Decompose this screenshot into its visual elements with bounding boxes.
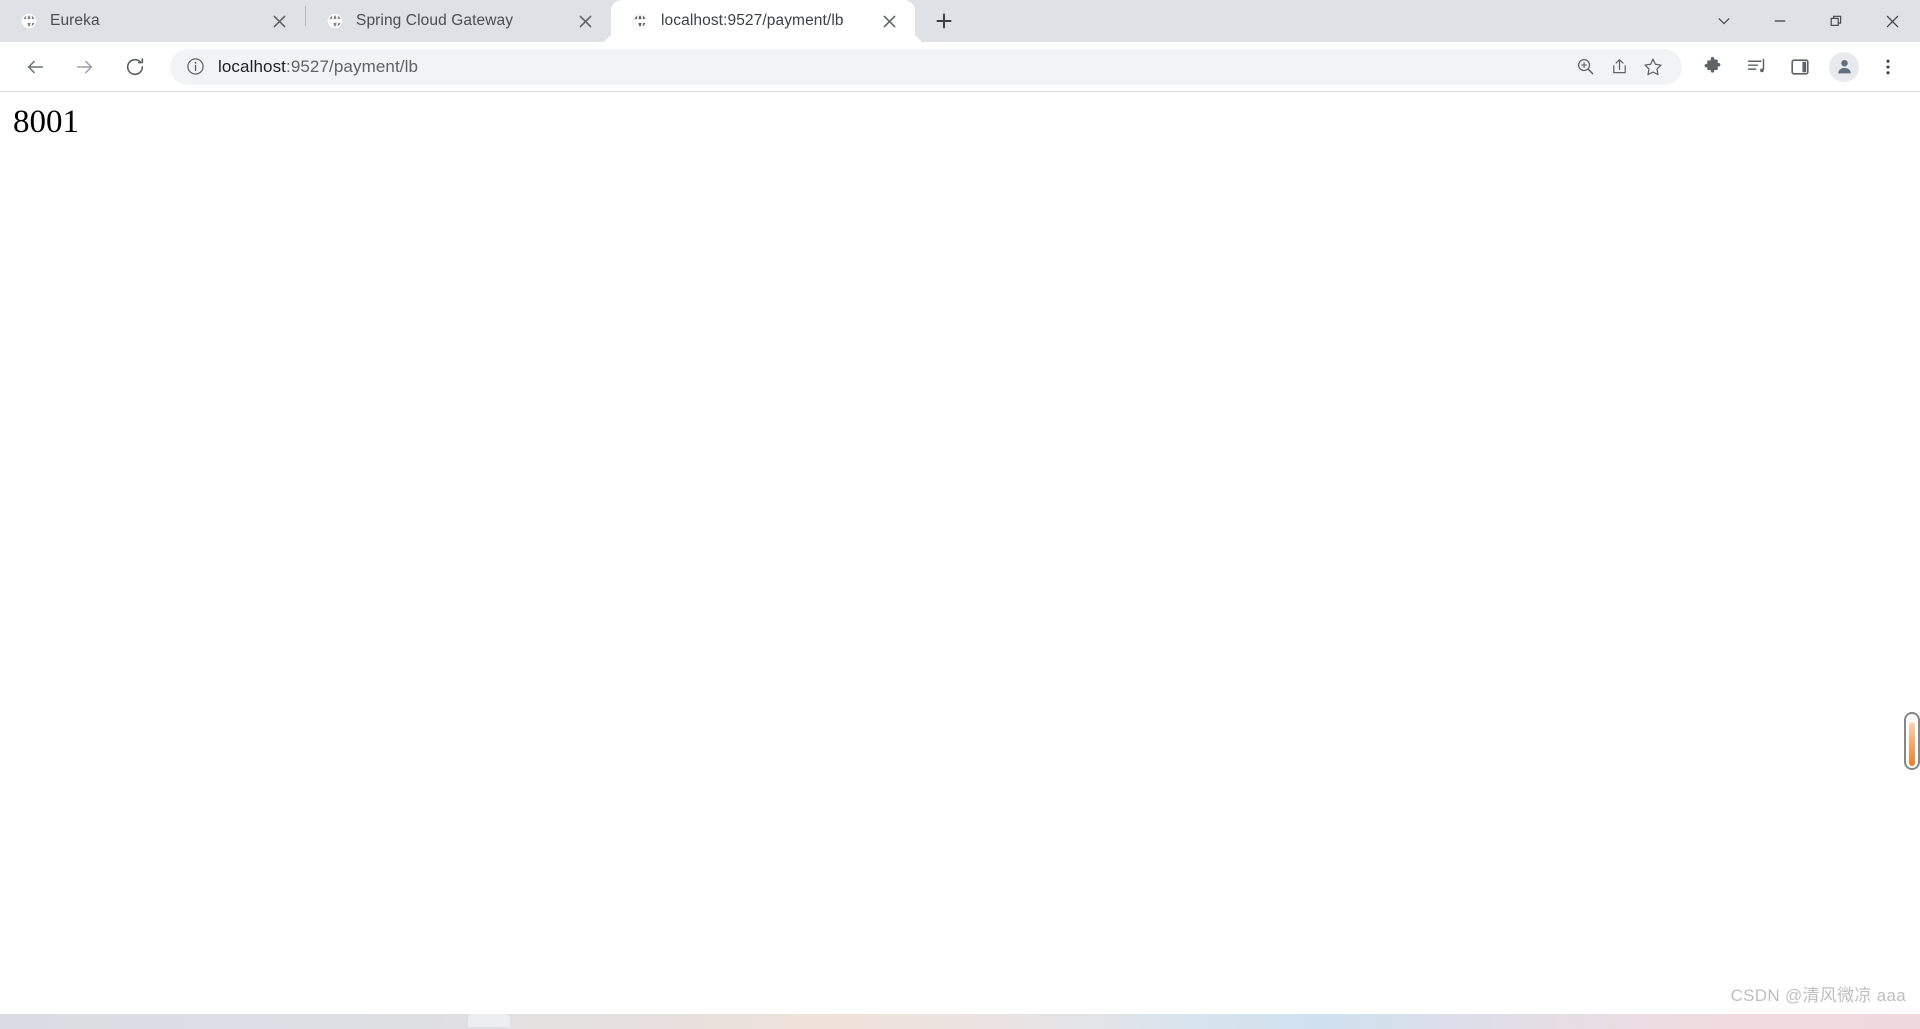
watermark-text: CSDN @清风微凉 aaa <box>1730 986 1906 1005</box>
scroll-indicator-fill <box>1909 722 1915 766</box>
zoom-in-icon[interactable] <box>1570 52 1600 82</box>
forward-button[interactable] <box>67 49 103 85</box>
more-menu-icon[interactable] <box>1869 48 1907 86</box>
profile-button[interactable] <box>1825 48 1863 86</box>
extensions-puzzle-icon[interactable] <box>1693 48 1731 86</box>
close-icon <box>883 15 895 27</box>
arrow-left-icon <box>27 60 44 73</box>
new-tab-button[interactable] <box>927 4 961 38</box>
tab-close-button[interactable] <box>267 9 291 33</box>
tab-close-button[interactable] <box>877 9 901 33</box>
close-icon <box>1886 15 1898 27</box>
share-icon[interactable] <box>1604 52 1634 82</box>
bookmark-star-icon[interactable] <box>1638 52 1668 82</box>
minimize-button[interactable] <box>1752 0 1808 42</box>
tab-title: Eureka <box>50 12 100 29</box>
page-response-text: 8001 <box>13 104 79 140</box>
minimize-icon <box>1774 20 1786 22</box>
tab-strip: Eureka Spring Cloud Gateway localhost:95… <box>0 0 1920 42</box>
browser-toolbar: localhost:9527/payment/lb <box>0 42 1920 92</box>
globe-icon <box>20 12 38 30</box>
window-controls <box>1696 0 1920 42</box>
globe-icon <box>631 12 649 30</box>
page-content: 8001 <box>0 92 1920 139</box>
reload-icon <box>126 57 144 75</box>
profile-avatar-icon <box>1829 51 1859 82</box>
close-window-button[interactable] <box>1864 0 1920 42</box>
media-playlist-icon[interactable] <box>1737 48 1775 86</box>
tab-spring-cloud-gateway[interactable]: Spring Cloud Gateway <box>306 0 611 42</box>
tab-title: localhost:9527/payment/lb <box>661 12 844 29</box>
scroll-indicator-capsule[interactable] <box>1904 712 1920 770</box>
taskbar-strip <box>0 1014 1920 1029</box>
back-button[interactable] <box>17 49 53 85</box>
reload-button[interactable] <box>117 49 153 85</box>
address-bar[interactable]: localhost:9527/payment/lb <box>170 48 1682 85</box>
tab-eureka[interactable]: Eureka <box>0 0 305 42</box>
address-bar-actions <box>1570 52 1668 82</box>
info-circle-icon[interactable] <box>184 56 206 78</box>
close-icon <box>579 15 591 27</box>
restore-icon <box>1830 15 1842 26</box>
maximize-button[interactable] <box>1808 0 1864 42</box>
tab-close-button[interactable] <box>573 9 597 33</box>
arrow-right-icon <box>76 60 93 73</box>
taskbar-window-preview[interactable] <box>468 1014 510 1027</box>
url-path: :9527/payment/lb <box>286 56 419 76</box>
globe-icon <box>326 12 344 30</box>
url-host: localhost <box>218 56 286 76</box>
side-panel-icon[interactable] <box>1781 48 1819 86</box>
tab-title: Spring Cloud Gateway <box>356 12 514 29</box>
tab-search-button[interactable] <box>1696 0 1752 42</box>
plus-icon <box>936 13 952 29</box>
chevron-down-icon <box>1718 18 1730 25</box>
close-icon <box>273 15 285 27</box>
tab-localhost-payment-lb[interactable]: localhost:9527/payment/lb <box>611 0 915 42</box>
browser-window: Eureka Spring Cloud Gateway localhost:95… <box>0 0 1920 1029</box>
address-bar-url: localhost:9527/payment/lb <box>218 57 418 77</box>
page-viewport: 8001 CSDN @清风微凉 aaa <box>0 92 1920 1014</box>
toolbar-actions <box>1690 48 1910 86</box>
